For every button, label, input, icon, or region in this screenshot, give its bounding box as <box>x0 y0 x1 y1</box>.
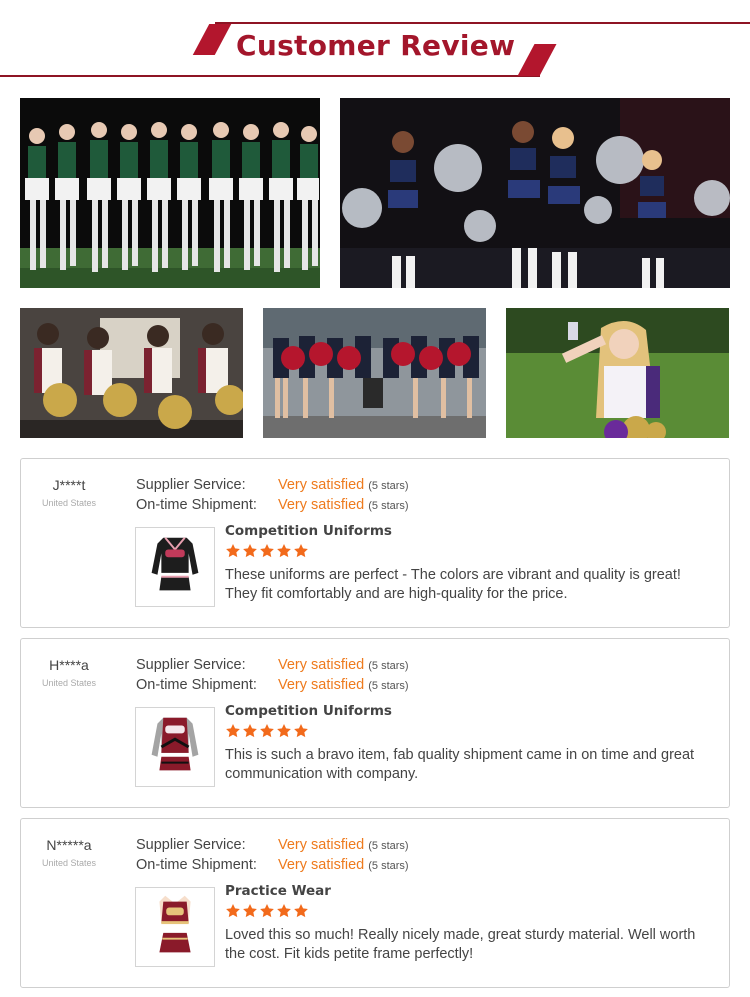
product-info: Practice Wear Loved this so much! Really… <box>225 883 715 963</box>
product-thumbnail[interactable] <box>135 887 215 967</box>
review-comment: These uniforms are perfect - The colors … <box>225 567 681 602</box>
review-card: H****a United States Supplier Service: Ve… <box>20 638 730 808</box>
shipment-value: Very satisfied <box>278 856 365 873</box>
product-thumbnail[interactable] <box>135 527 215 607</box>
supplier-stars-text: (5 stars) <box>368 840 409 852</box>
header-rule-bottom <box>0 75 540 77</box>
shipment-value: Very satisfied <box>278 676 365 693</box>
star-icon <box>226 904 240 918</box>
supplier-label: Supplier Service: <box>136 657 246 673</box>
reviewer-country: United States <box>41 858 97 868</box>
uniform-longsleeve-image <box>136 528 214 606</box>
shipment-stars-text: (5 stars) <box>368 499 409 512</box>
supplier-label: Supplier Service: <box>136 477 246 493</box>
product-info: Competition Uniforms This is such a brav… <box>225 703 715 783</box>
star-icon <box>277 904 291 918</box>
shipment-rating: On-time Shipment: Very satisfied (5 stars) <box>136 496 409 516</box>
photo-outdoor-team <box>263 308 486 438</box>
photo-stage-performance <box>340 98 730 288</box>
ratings: Supplier Service: Very satisfied (5 stars)… <box>136 476 409 515</box>
supplier-rating: Supplier Service: Very satisfied (5 stars) <box>136 476 409 496</box>
product-info: Competition Uniforms These uniforms are … <box>225 523 715 603</box>
star-icon <box>277 724 291 738</box>
reviewer-country: United States <box>41 498 97 508</box>
star-rating <box>225 543 715 561</box>
product-name: Competition Uniforms <box>225 523 392 539</box>
review-card: J****t United States Supplier Service: Ve… <box>20 458 730 628</box>
reviewer: N*****a United States <box>21 837 117 868</box>
header-rule-top <box>215 22 750 24</box>
reviewer-name: J****t <box>52 477 86 493</box>
ratings: Supplier Service: Very satisfied (5 stars)… <box>136 836 409 875</box>
reviewer-country: United States <box>41 678 97 688</box>
shipment-rating: On-time Shipment: Very satisfied (5 stars) <box>136 856 409 876</box>
review-comment: This is such a bravo item, fab quality s… <box>225 747 695 782</box>
supplier-value: Very satisfied <box>278 477 365 493</box>
star-icon <box>294 724 308 738</box>
review-comment: Loved this so much! Really nicely made, … <box>225 927 696 962</box>
product-thumbnail[interactable] <box>135 707 215 787</box>
shipment-stars-text: (5 stars) <box>368 679 409 692</box>
supplier-value: Very satisfied <box>278 837 365 853</box>
page-title: Customer Review <box>236 29 516 62</box>
shipment-label: On-time Shipment: <box>136 856 257 873</box>
star-icon <box>260 724 274 738</box>
header-slant-left <box>192 24 232 55</box>
photo-indoor-team <box>20 308 243 438</box>
star-icon <box>294 544 308 558</box>
photo-squad-field <box>20 98 320 288</box>
photo-selfie <box>506 308 729 438</box>
reviewer-name: N*****a <box>46 837 92 853</box>
shipment-label: On-time Shipment: <box>136 676 257 693</box>
star-icon <box>260 904 274 918</box>
page-header: Customer Review <box>0 0 750 90</box>
reviewer-name: H****a <box>49 657 89 673</box>
star-rating <box>225 903 715 921</box>
header-slant-right <box>517 44 557 76</box>
shipment-stars-text: (5 stars) <box>368 859 409 872</box>
review-card: N*****a United States Supplier Service: V… <box>20 818 730 988</box>
supplier-rating: Supplier Service: Very satisfied (5 stars) <box>136 836 409 856</box>
star-rating <box>225 723 715 741</box>
practice-crop-top-image <box>136 888 214 966</box>
shipment-value: Very satisfied <box>278 496 365 513</box>
product-name: Practice Wear <box>225 883 331 899</box>
star-icon <box>243 544 257 558</box>
supplier-label: Supplier Service: <box>136 837 246 853</box>
product-name: Competition Uniforms <box>225 703 392 719</box>
reviewer: H****a United States <box>21 657 117 688</box>
star-icon <box>260 544 274 558</box>
star-icon <box>243 724 257 738</box>
ratings: Supplier Service: Very satisfied (5 stars)… <box>136 656 409 695</box>
shipment-label: On-time Shipment: <box>136 496 257 513</box>
shipment-rating: On-time Shipment: Very satisfied (5 stars) <box>136 676 409 696</box>
star-icon <box>243 904 257 918</box>
star-icon <box>294 904 308 918</box>
supplier-stars-text: (5 stars) <box>368 480 409 492</box>
supplier-rating: Supplier Service: Very satisfied (5 stars) <box>136 656 409 676</box>
star-icon <box>226 724 240 738</box>
supplier-value: Very satisfied <box>278 657 365 673</box>
reviewer: J****t United States <box>21 477 117 508</box>
supplier-stars-text: (5 stars) <box>368 660 409 672</box>
star-icon <box>277 544 291 558</box>
star-icon <box>226 544 240 558</box>
uniform-sheer-sleeve-image <box>136 708 214 786</box>
